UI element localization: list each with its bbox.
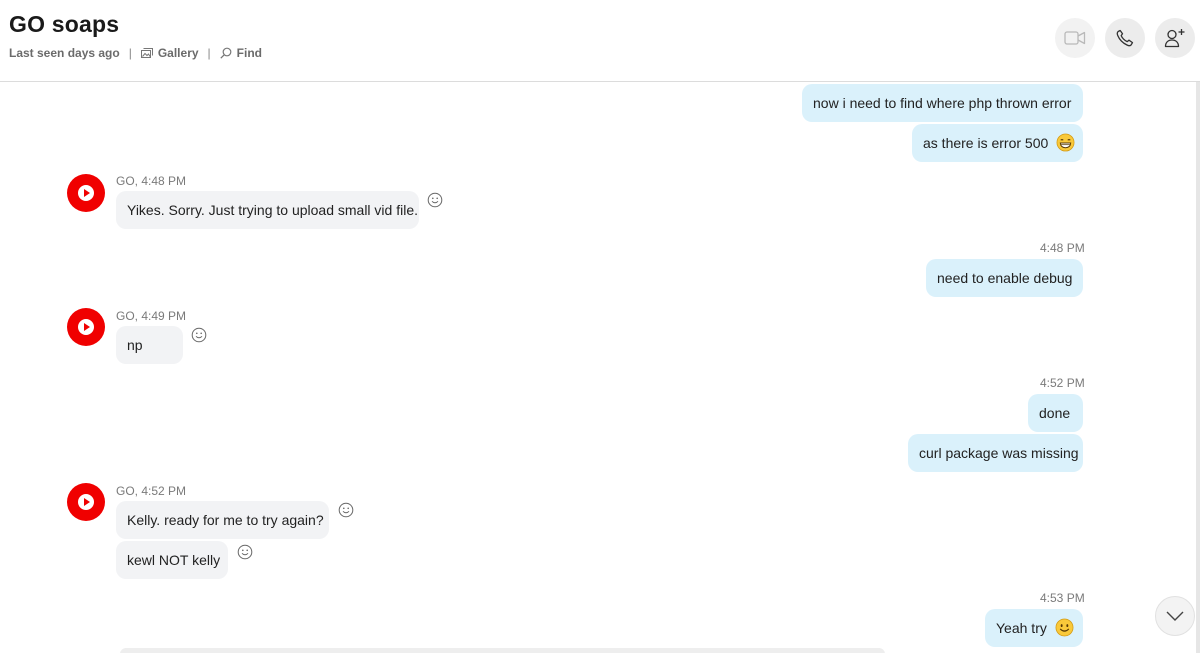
avatar[interactable] bbox=[67, 174, 105, 212]
message-meta: GO, 4:49 PM bbox=[116, 309, 187, 323]
chat-header: GO soaps Last seen days ago | Gallery | … bbox=[0, 0, 1200, 82]
separator: | bbox=[207, 46, 211, 60]
message-text: now i need to find where php thrown erro… bbox=[813, 95, 1072, 111]
gallery-icon bbox=[140, 48, 153, 58]
outgoing-message[interactable]: as there is error 500 bbox=[912, 124, 1083, 162]
message-text: kewl NOT kelly bbox=[127, 552, 221, 568]
avatar[interactable] bbox=[67, 483, 105, 521]
message-meta: GO, 4:52 PM bbox=[116, 484, 187, 498]
smiley-reaction-icon[interactable] bbox=[427, 192, 443, 208]
play-icon bbox=[78, 494, 94, 510]
audio-call-button[interactable] bbox=[1105, 18, 1145, 58]
incoming-message[interactable]: kewl NOT kelly bbox=[116, 541, 228, 579]
add-person-icon bbox=[1164, 29, 1185, 48]
video-call-button[interactable] bbox=[1055, 18, 1095, 58]
message-composer[interactable] bbox=[120, 648, 885, 653]
outgoing-message[interactable]: now i need to find where php thrown erro… bbox=[802, 84, 1083, 122]
message-text: Kelly. ready for me to try again? bbox=[127, 512, 324, 528]
outgoing-message[interactable]: curl package was missing bbox=[908, 434, 1083, 472]
smiley-reaction-icon[interactable] bbox=[191, 327, 207, 343]
chevron-down-icon bbox=[1166, 611, 1184, 621]
incoming-message[interactable]: Yikes. Sorry. Just trying to upload smal… bbox=[116, 191, 419, 229]
avatar[interactable] bbox=[67, 308, 105, 346]
last-seen-status: Last seen days ago bbox=[9, 46, 120, 60]
video-camera-icon bbox=[1064, 31, 1086, 45]
grinning-face-emoji bbox=[1056, 133, 1075, 152]
scrollbar[interactable] bbox=[1196, 82, 1200, 653]
message-text: need to enable debug bbox=[937, 270, 1073, 286]
message-text: curl package was missing bbox=[919, 445, 1079, 461]
smiling-face-emoji bbox=[1055, 618, 1074, 637]
play-icon bbox=[78, 185, 94, 201]
separator: | bbox=[128, 46, 132, 60]
message-time: 4:52 PM bbox=[1040, 376, 1085, 390]
outgoing-message[interactable]: Yeah try bbox=[985, 609, 1083, 647]
smiley-reaction-icon[interactable] bbox=[338, 502, 354, 518]
find-link[interactable]: Find bbox=[220, 46, 262, 60]
message-text: Yeah try bbox=[996, 620, 1047, 636]
chat-window: GO soaps Last seen days ago | Gallery | … bbox=[0, 0, 1200, 653]
find-label: Find bbox=[236, 46, 262, 60]
smiley-reaction-icon[interactable] bbox=[237, 544, 253, 560]
phone-icon bbox=[1116, 29, 1134, 47]
search-icon bbox=[220, 47, 232, 59]
message-text: np bbox=[127, 337, 143, 353]
add-participant-button[interactable] bbox=[1155, 18, 1195, 58]
message-text: done bbox=[1039, 405, 1071, 421]
outgoing-message[interactable]: need to enable debug bbox=[926, 259, 1083, 297]
message-text: Yikes. Sorry. Just trying to upload smal… bbox=[127, 202, 418, 218]
chat-subline: Last seen days ago | Gallery | Find bbox=[9, 46, 262, 60]
gallery-link[interactable]: Gallery bbox=[140, 46, 199, 60]
gallery-label: Gallery bbox=[157, 46, 199, 60]
message-list: now i need to find where php thrown erro… bbox=[0, 82, 1196, 653]
message-text: as there is error 500 bbox=[923, 135, 1049, 151]
message-meta: GO, 4:48 PM bbox=[116, 174, 187, 188]
outgoing-message[interactable]: done bbox=[1028, 394, 1083, 432]
message-time: 4:53 PM bbox=[1040, 591, 1085, 605]
scroll-to-bottom-button[interactable] bbox=[1155, 596, 1195, 636]
incoming-message[interactable]: np bbox=[116, 326, 183, 364]
incoming-message[interactable]: Kelly. ready for me to try again? bbox=[116, 501, 329, 539]
chat-title: GO soaps bbox=[9, 11, 120, 37]
message-time: 4:48 PM bbox=[1040, 241, 1085, 255]
play-icon bbox=[78, 319, 94, 335]
